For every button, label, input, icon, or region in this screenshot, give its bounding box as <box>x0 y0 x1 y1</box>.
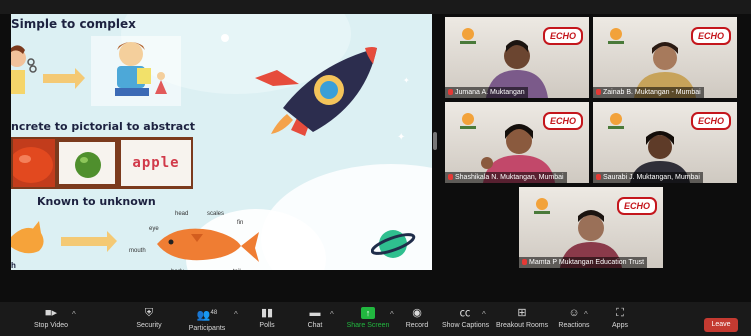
chat-options-caret[interactable]: ^ <box>330 310 334 319</box>
chat-button[interactable]: ▬ Chat <box>302 306 328 329</box>
share-screen-icon: ↑ <box>361 307 375 319</box>
muktangan-logo-icon <box>460 28 476 44</box>
slide-heading-simple-to-complex: Simple to complex <box>11 17 136 31</box>
polls-button[interactable]: ▮▮ Polls <box>254 306 280 329</box>
participants-button[interactable]: 👥48 Participants <box>184 306 230 332</box>
captions-options-caret[interactable]: ^ <box>482 310 486 319</box>
fish-label-fin: fin <box>237 220 244 226</box>
goldfish-illustration <box>11 221 44 254</box>
apple-picture-card <box>57 140 117 186</box>
record-button[interactable]: ◉ Record <box>404 306 430 329</box>
planet-illustration <box>371 230 416 258</box>
tomato-image <box>13 139 55 187</box>
slide-heading-known-to-unknown: Known to unknown <box>37 195 156 208</box>
participant-tile[interactable]: ECHO Jumana A. Muktangan <box>445 17 589 98</box>
fish-label-body: body <box>171 269 184 270</box>
muktangan-logo-icon <box>608 113 624 129</box>
fish-label-eye: eye <box>149 226 159 232</box>
mic-muted-icon <box>448 89 453 96</box>
participant-name: Jumana A. Muktangan <box>455 89 525 96</box>
star-decoration: ✦ <box>397 132 406 143</box>
participant-name: Shashikala N. Muktangan, Mumbai <box>455 174 564 181</box>
panel-resize-handle[interactable] <box>433 132 437 150</box>
participants-options-caret[interactable]: ^ <box>234 310 238 319</box>
apps-button[interactable]: ⛶ Apps <box>606 306 634 329</box>
stop-video-button[interactable]: ■▸ Stop Video <box>30 306 72 329</box>
participants-count: 48 <box>210 310 218 316</box>
record-icon: ◉ <box>412 307 422 319</box>
slide-text-fragment: h <box>11 261 16 270</box>
mic-muted-icon <box>522 259 527 266</box>
active-speaker-tile[interactable]: ECHO Shashikala N. Muktangan, Mumbai <box>445 102 589 183</box>
shield-icon: ⛨ <box>144 307 154 319</box>
participant-name: Saurabi J. Muktangan, Mumbai <box>603 174 700 181</box>
apple-icon <box>75 152 101 178</box>
security-button[interactable]: ⛨ Security <box>132 306 166 329</box>
slide-heading-concrete-to-abstract: ncrete to pictorial to abstract <box>11 120 196 133</box>
reactions-options-caret[interactable]: ^ <box>584 310 588 319</box>
fish-label-tail: tail <box>233 269 241 270</box>
breakout-rooms-button[interactable]: ⊞ Breakout Rooms <box>496 306 548 329</box>
leave-button[interactable]: Leave <box>704 318 738 332</box>
star-decoration: ✦ <box>403 76 410 85</box>
shared-screen: Simple to complex ✦ ✦ ncrete to pictoria… <box>11 14 432 270</box>
meeting-toolbar: ■▸ Stop Video ^ ⛨ Security 👥48 Participa… <box>0 302 751 336</box>
reading-child-illustration <box>91 36 181 106</box>
bar-chart-icon: ▮▮ <box>260 307 274 319</box>
scissors-child-illustration <box>11 45 37 94</box>
participants-icon: 👥48 <box>196 309 218 322</box>
chat-bubble-icon: ▬ <box>309 307 321 319</box>
rocket-illustration <box>255 47 377 136</box>
apps-icon: ⛶ <box>616 307 624 319</box>
participant-tile[interactable]: ECHO Saurabi J. Muktangan, Mumbai <box>593 102 737 183</box>
muktangan-logo-icon <box>534 198 550 214</box>
star-decoration <box>221 34 229 42</box>
apple-word: apple <box>132 155 180 171</box>
progression-arrow-2 <box>61 231 117 252</box>
video-options-caret[interactable]: ^ <box>72 310 76 319</box>
concrete-panel: apple <box>11 137 193 189</box>
top-bar <box>0 0 751 14</box>
breakout-rooms-icon: ⊞ <box>517 307 527 319</box>
mic-muted-icon <box>448 174 453 181</box>
participant-name: Mamta P Muktangan Education Trust <box>529 259 645 266</box>
participant-name: Zainab B. Muktangan - Mumbai <box>603 89 701 96</box>
participant-tile[interactable]: ECHO Mamta P Muktangan Education Trust <box>519 187 663 268</box>
mic-muted-icon <box>596 89 601 96</box>
fish-label-scales: scales <box>207 211 225 217</box>
fish-label-head: head <box>175 211 189 217</box>
share-screen-button[interactable]: ↑ Share Screen <box>346 306 390 329</box>
video-camera-icon: ■▸ <box>44 307 58 319</box>
participant-tile[interactable]: ECHO Zainab B. Muktangan - Mumbai <box>593 17 737 98</box>
fish-label-mouth: mouth <box>129 248 146 254</box>
share-options-caret[interactable]: ^ <box>390 310 394 319</box>
muktangan-logo-icon <box>608 28 624 44</box>
progression-arrow-1 <box>43 68 85 89</box>
mic-muted-icon <box>596 174 601 181</box>
muktangan-logo-icon <box>460 113 476 129</box>
